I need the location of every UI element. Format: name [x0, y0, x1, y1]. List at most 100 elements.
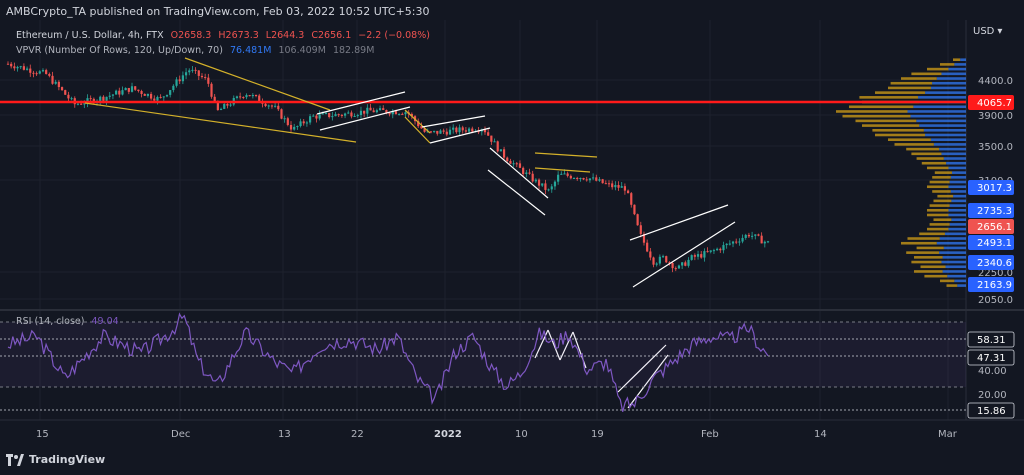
vpvr-legend: VPVR (Number Of Rows, 120, Up/Down, 70) …	[16, 45, 378, 56]
ohlc-open: O2658.3	[170, 30, 212, 41]
candle-body	[445, 131, 448, 135]
candle-body	[267, 105, 270, 107]
vpvr-bar-down	[929, 204, 950, 207]
candle-body	[70, 98, 73, 100]
candle-body	[369, 107, 372, 111]
candle-body	[652, 257, 655, 265]
candle-body	[547, 189, 550, 191]
candle-body	[433, 130, 436, 132]
candle-body	[487, 132, 490, 136]
vpvr-bar-up	[913, 105, 966, 109]
candle-body	[321, 113, 324, 115]
chart-canvas[interactable]: 4400.0 3900.0 3500.0 3100.0 2250.0 2050.…	[0, 0, 1024, 475]
vpvr-bar-up	[941, 72, 966, 76]
candle-body	[83, 103, 86, 105]
badge-2656: 2656.1	[977, 222, 1012, 233]
candle-body	[156, 96, 159, 101]
vpvr-bar-up	[948, 166, 966, 170]
candle-body	[140, 91, 143, 94]
vpvr-bar-down	[842, 114, 911, 118]
candle-body	[229, 104, 232, 106]
time-tick-label: 10	[515, 429, 528, 440]
vpvr-bar-down	[836, 110, 908, 113]
vpvr-bar-up	[949, 204, 966, 207]
candle-body	[57, 81, 60, 88]
symbol-name[interactable]: Ethereum / U.S. Dollar, 4h, FTX	[16, 30, 164, 41]
candle-body	[48, 73, 51, 76]
vpvr-bar-down	[934, 171, 952, 174]
candle-body	[735, 241, 738, 243]
vpvr-bar-up	[910, 114, 966, 118]
vpvr-bar-up	[942, 256, 966, 259]
vpvr-bar-up	[941, 260, 966, 264]
vpvr-bar-down	[919, 232, 945, 236]
currency-selector[interactable]: USD ▾	[973, 26, 1002, 37]
candle-body	[518, 163, 522, 168]
candle-body	[181, 75, 184, 82]
time-tick-label: 14	[814, 429, 827, 440]
candle-body	[60, 87, 64, 91]
vpvr-bar-up	[953, 194, 966, 198]
candle-body	[328, 112, 331, 118]
candle-body	[388, 112, 391, 115]
vpvr-bar-down	[927, 208, 949, 212]
candle-body	[442, 130, 445, 132]
time-tick-label: 15	[36, 429, 49, 440]
candle-body	[315, 115, 318, 119]
vpvr-bar-down	[906, 251, 940, 254]
candle-body	[684, 262, 687, 266]
candle-body	[709, 250, 712, 252]
candle-body	[45, 70, 48, 74]
candle-body	[143, 93, 146, 96]
candle-body	[41, 70, 45, 72]
candle-body	[655, 263, 658, 265]
candle-body	[582, 177, 585, 180]
candle-body	[572, 178, 576, 180]
vpvr-bar-down	[929, 180, 950, 184]
candle-body	[280, 109, 283, 119]
time-tick-label: 19	[591, 429, 604, 440]
candle-body	[270, 105, 274, 107]
vpvr-bar-down	[906, 147, 940, 151]
rsi-label[interactable]: RSI (14, close)	[16, 316, 84, 327]
candle-body	[585, 179, 588, 181]
candle-body	[630, 193, 633, 205]
candle-body	[254, 94, 258, 96]
chevron-down-icon: ▾	[997, 26, 1003, 37]
candle-body	[448, 129, 452, 135]
candle-body	[258, 95, 261, 102]
vpvr-bar-down	[888, 138, 931, 141]
vpvr-bar-up	[951, 199, 966, 203]
candle-body	[242, 97, 245, 99]
candle-body	[159, 96, 162, 98]
vpvr-label[interactable]: VPVR (Number Of Rows, 120, Up/Down, 70)	[16, 45, 223, 56]
candle-body	[763, 241, 766, 244]
candle-body	[598, 179, 601, 181]
candle-body	[722, 245, 725, 251]
candle-body	[111, 94, 115, 96]
candle-body	[35, 73, 38, 75]
vpvr-bar-up	[948, 67, 966, 71]
tradingview-footer[interactable]: TradingView	[6, 453, 105, 466]
badge-2493: 2493.1	[977, 238, 1012, 249]
candle-body	[302, 121, 305, 124]
candle-body	[340, 114, 343, 116]
time-tick-label: 22	[351, 429, 364, 440]
candle-body	[372, 110, 375, 113]
candle-body	[436, 130, 439, 134]
price-tick-label: 4400.0	[978, 76, 1013, 87]
candle-body	[626, 190, 630, 194]
candle-body	[118, 90, 121, 95]
candle-body	[674, 268, 677, 270]
candle-body	[550, 186, 553, 190]
vpvr-bar-down	[875, 91, 926, 94]
candle-body	[121, 90, 124, 95]
candle-body	[99, 96, 102, 101]
candle-body	[499, 149, 502, 152]
candle-body	[690, 255, 693, 260]
candle-body	[544, 183, 547, 190]
vpvr-bar-up	[960, 58, 966, 61]
candle-body	[239, 96, 242, 98]
vpvr-bar-up	[950, 176, 966, 179]
candle-body	[191, 69, 194, 71]
